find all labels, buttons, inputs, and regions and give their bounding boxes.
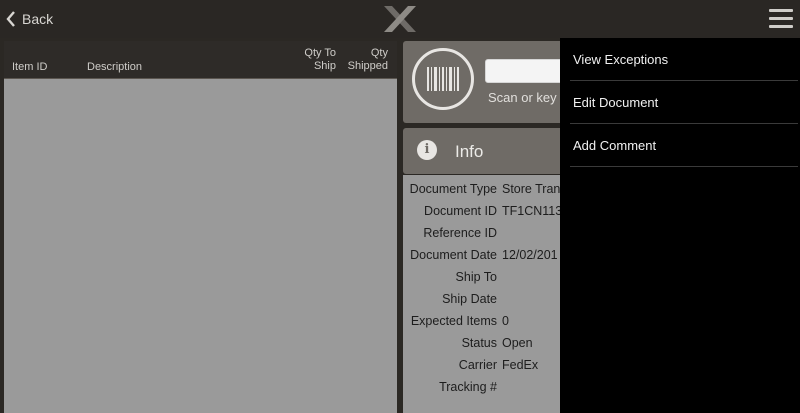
x-logo-icon xyxy=(384,6,416,32)
back-button[interactable]: Back xyxy=(6,9,53,29)
field-value: Store Tran xyxy=(502,182,561,196)
actions-menu: View Exceptions Edit Document Add Commen… xyxy=(560,38,800,413)
scan-hint: Scan or key a xyxy=(488,90,568,105)
chevron-left-icon xyxy=(6,11,15,27)
column-header-qty-shipped[interactable]: Qty Shipped xyxy=(344,47,388,73)
menu-item-label: Add Comment xyxy=(573,138,657,153)
grid-header: Item ID Description Qty To Ship Qty Ship… xyxy=(4,41,397,79)
column-header-qty-shipped-line2: Shipped xyxy=(347,60,388,72)
menu-item-label: View Exceptions xyxy=(573,52,669,67)
field-label: Document Date xyxy=(410,248,497,262)
field-label: Document ID xyxy=(424,204,497,218)
column-header-qty-shipped-line1: Qty xyxy=(370,47,388,59)
field-value: FedEx xyxy=(502,358,539,372)
field-label: Tracking # xyxy=(439,380,497,394)
info-icon: i xyxy=(417,140,437,160)
field-value: 0 xyxy=(502,314,509,328)
hamburger-menu-icon[interactable] xyxy=(769,8,793,30)
field-label: Ship To xyxy=(455,270,497,284)
field-label: Carrier xyxy=(458,358,497,372)
field-label: Document Type xyxy=(409,182,497,196)
column-header-description[interactable]: Description xyxy=(87,61,142,73)
column-header-qty-to-ship-line2: Ship xyxy=(313,60,336,72)
info-title: Info xyxy=(455,142,484,161)
top-bar: Back xyxy=(0,0,800,38)
back-label: Back xyxy=(22,11,54,27)
barcode-icon[interactable] xyxy=(412,48,474,110)
column-header-qty-to-ship[interactable]: Qty To Ship xyxy=(296,47,336,73)
menu-item-add-comment[interactable]: Add Comment xyxy=(570,124,798,167)
field-value: Open xyxy=(502,336,533,350)
column-header-qty-to-ship-line1: Qty To xyxy=(304,47,336,59)
field-label: Reference ID xyxy=(423,226,497,240)
field-value: 12/02/201 xyxy=(502,248,558,262)
menu-item-view-exceptions[interactable]: View Exceptions xyxy=(570,38,798,81)
field-label: Ship Date xyxy=(442,292,497,306)
items-grid: Item ID Description Qty To Ship Qty Ship… xyxy=(4,41,397,413)
column-header-item-id[interactable]: Item ID xyxy=(12,61,47,73)
field-label: Expected Items xyxy=(410,314,497,328)
field-value: TF1CN113J xyxy=(502,204,569,218)
field-label: Status xyxy=(461,336,497,350)
barcode-glyph xyxy=(427,67,459,91)
menu-item-edit-document[interactable]: Edit Document xyxy=(570,81,798,124)
menu-item-label: Edit Document xyxy=(573,95,659,110)
